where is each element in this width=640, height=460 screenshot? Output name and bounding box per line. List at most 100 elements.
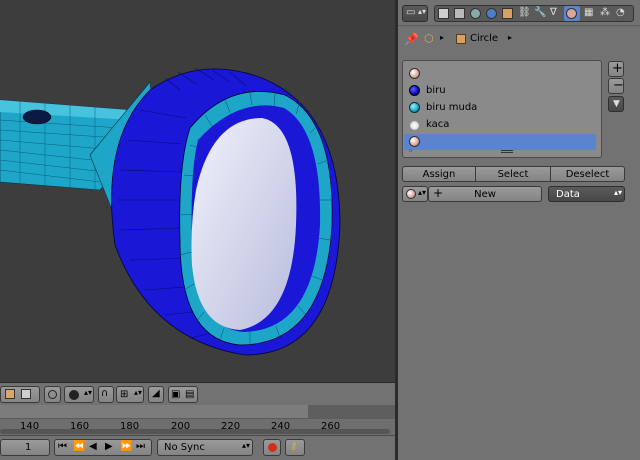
new-label: New	[474, 189, 496, 200]
material-ball-icon	[409, 85, 420, 96]
link-mode-dropdown[interactable]: Data ▴▾	[548, 186, 625, 202]
deselect-label: Deselect	[565, 169, 610, 180]
render-tab-icon[interactable]	[438, 8, 449, 19]
material-ball-icon	[409, 136, 420, 147]
material-slot-list: biru biru muda kaca ◦	[402, 60, 602, 158]
chevron-updown-icon: ▴▾	[84, 388, 93, 397]
material-slot-row[interactable]: biru	[404, 83, 600, 99]
slot-specials-menu[interactable]: ▼	[608, 96, 624, 112]
object-tab-icon[interactable]	[502, 8, 513, 19]
material-slot-name: biru	[426, 85, 446, 96]
jump-end-icon[interactable]: ⏭	[136, 441, 145, 452]
assign-label: Assign	[422, 169, 456, 180]
record-icon	[268, 443, 277, 452]
properties-header: ▭ ▴▾ ⛓ 🔧 ∇ ▦ ⁂ ◔	[398, 0, 640, 26]
add-slot-button[interactable]: +	[608, 61, 624, 77]
remove-slot-button[interactable]: −	[608, 78, 624, 94]
timeline-header: 1 ⏮ ⏪ ◀ ▶ ⏩ ⏭ No Sync ▴▾ ⚷	[0, 435, 395, 460]
object-data-icon: ⬡	[424, 32, 434, 45]
shading-selector[interactable]: ▴▾	[64, 386, 94, 403]
timeline-tick: 240	[271, 421, 291, 432]
material-slot-row[interactable]: biru muda	[404, 100, 600, 116]
constraints-tab-icon[interactable]: ⛓	[518, 7, 531, 18]
material-tab-icon	[566, 8, 577, 19]
material-slot-name: kaca	[426, 119, 450, 130]
keying-set-button[interactable]: ⚷	[285, 439, 305, 456]
properties-editor-icon: ▭	[406, 7, 416, 18]
chevron-updown-icon: ▴▾	[418, 188, 427, 197]
texture-tab-icon[interactable]: ▦	[584, 7, 593, 18]
material-slot-row[interactable]: kaca	[404, 117, 600, 133]
browse-material-button[interactable]: ▴▾	[402, 186, 428, 202]
sync-mode-dropdown[interactable]: No Sync ▴▾	[157, 439, 253, 456]
proportional-edit-button[interactable]: ◢	[148, 386, 164, 403]
material-slot-row[interactable]	[404, 66, 600, 82]
editor-type-selector[interactable]: ▭ ▴▾	[402, 5, 428, 22]
minus-icon: −	[613, 78, 624, 93]
deselect-button[interactable]: Deselect	[550, 166, 625, 182]
new-material-button[interactable]: + New	[428, 186, 542, 202]
jump-start-icon[interactable]: ⏮	[58, 441, 67, 452]
current-frame-value: 1	[25, 442, 32, 453]
camera-icon: ▣	[171, 389, 181, 400]
mesh-head	[111, 67, 341, 356]
play-reverse-icon[interactable]: ◀	[89, 441, 97, 452]
material-ball-icon	[409, 102, 420, 113]
select-button[interactable]: Select	[475, 166, 551, 182]
context-tabs: ⛓ 🔧 ∇ ▦ ⁂ ◔	[434, 5, 634, 22]
breadcrumb: 📌 ⬡ ▸ Circle ▸	[398, 28, 640, 50]
chevron-updown-icon: ▴▾	[242, 441, 251, 450]
chevron-updown-icon: ▴▾	[134, 388, 143, 397]
3d-viewport[interactable]	[0, 0, 395, 382]
timeline-tick: 220	[221, 421, 241, 432]
pivot-button[interactable]	[44, 386, 61, 403]
grid-snap-icon: ⊞	[120, 389, 129, 400]
jump-keyframe-back-icon[interactable]: ⏪	[73, 441, 85, 452]
breadcrumb-object-name[interactable]: Circle	[470, 33, 498, 44]
snap-toggle[interactable]: ∩	[98, 386, 114, 403]
timeline-tick: 260	[321, 421, 341, 432]
physics-tab-icon[interactable]: ◔	[616, 7, 625, 18]
chevron-updown-icon: ▴▾	[614, 188, 623, 197]
particles-tab-icon[interactable]: ⁂	[600, 7, 610, 18]
clapper-icon: ▤	[185, 389, 195, 400]
jump-keyframe-forward-icon[interactable]: ⏩	[120, 441, 132, 452]
timeline-tick: 180	[120, 421, 140, 432]
solid-cube-icon	[21, 389, 31, 399]
view-mode-selector[interactable]	[0, 386, 40, 403]
modifiers-tab-icon[interactable]: 🔧	[534, 7, 546, 18]
properties-editor: ▭ ▴▾ ⛓ 🔧 ∇ ▦ ⁂ ◔ 📌 ⬡ ▸ Circle ▸ biru bir…	[398, 0, 640, 460]
chevron-updown-icon: ▴▾	[418, 7, 427, 16]
material-slot-row-selected[interactable]	[404, 134, 596, 150]
chevron-right-icon: ▸	[440, 33, 445, 42]
object-icon	[456, 34, 466, 44]
viewport-header: ▴▾ ∩ ⊞ ▴▾ ◢ ▣ ▤	[0, 382, 395, 405]
snap-element-selector[interactable]: ⊞ ▴▾	[116, 386, 144, 403]
record-button[interactable]	[263, 439, 281, 456]
viewport-scene	[0, 67, 341, 356]
data-tab-icon[interactable]: ∇	[550, 7, 557, 18]
chevron-down-icon: ▼	[613, 99, 620, 109]
scene-tab-icon[interactable]	[470, 8, 481, 19]
playback-controls: ⏮ ⏪ ◀ ▶ ⏩ ⏭	[54, 439, 152, 456]
material-slot-name: biru muda	[426, 102, 478, 113]
timeline-tick: 200	[171, 421, 191, 432]
play-icon[interactable]: ▶	[105, 441, 113, 452]
magnet-icon: ∩	[101, 388, 109, 399]
select-label: Select	[497, 169, 529, 180]
pivot-icon	[48, 390, 57, 399]
material-tab-active[interactable]	[564, 6, 580, 21]
resize-grip-icon[interactable]	[501, 150, 513, 153]
key-icon: ⚷	[290, 441, 298, 452]
render-buttons[interactable]: ▣ ▤	[168, 386, 198, 403]
sphere-icon	[69, 390, 79, 400]
material-ball-icon	[406, 189, 416, 199]
assign-button[interactable]: Assign	[402, 166, 476, 182]
sync-mode-value: No Sync	[164, 442, 205, 453]
pin-icon[interactable]: 📌	[404, 32, 419, 46]
world-tab-icon[interactable]	[486, 8, 497, 19]
filter-options-icon[interactable]: ◦	[408, 147, 413, 157]
current-frame-field[interactable]: 1	[0, 439, 50, 456]
link-mode-value: Data	[556, 189, 580, 200]
render-layers-tab-icon[interactable]	[454, 8, 465, 19]
